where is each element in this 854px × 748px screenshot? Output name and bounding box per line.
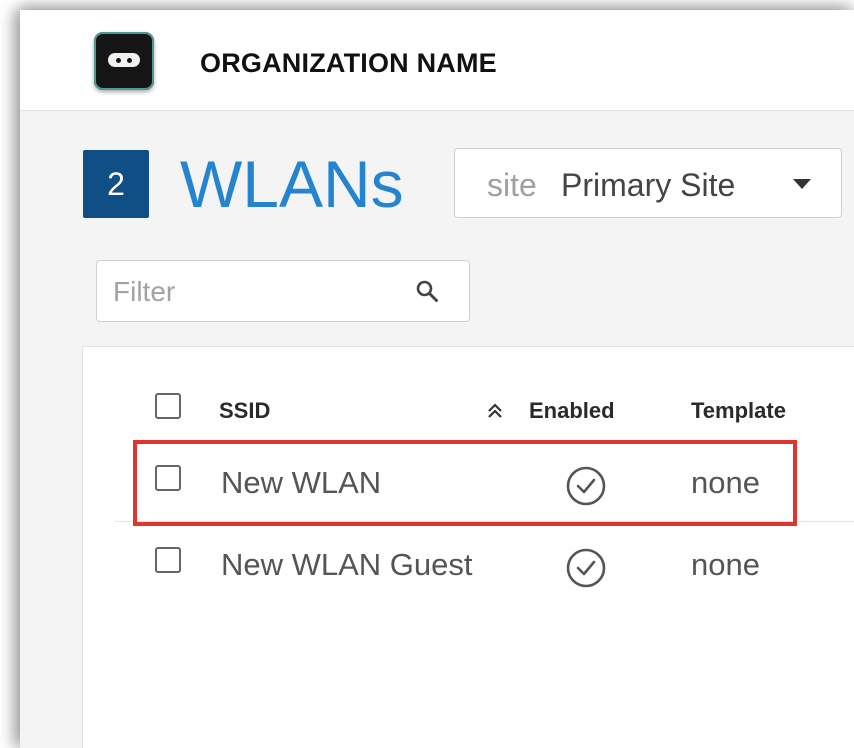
row-checkbox[interactable] xyxy=(155,547,181,573)
top-bar: ORGANIZATION NAME xyxy=(20,10,854,111)
wlan-count-badge: 2 xyxy=(83,150,149,218)
chevron-down-icon xyxy=(793,179,811,189)
site-selector-label: site xyxy=(487,167,537,203)
select-all-checkbox[interactable] xyxy=(155,393,181,419)
column-header-enabled[interactable]: Enabled xyxy=(529,398,615,424)
wlan-table: SSID Enabled Template New WLAN none New … xyxy=(82,346,854,748)
organization-name[interactable]: ORGANIZATION NAME xyxy=(200,48,497,79)
page-title: WLANs xyxy=(180,147,404,221)
row-divider xyxy=(115,521,854,522)
check-circle-icon xyxy=(566,466,606,506)
row-checkbox[interactable] xyxy=(155,465,181,491)
column-header-template[interactable]: Template xyxy=(691,398,786,424)
logo-eye-right xyxy=(127,58,132,63)
filter-input[interactable] xyxy=(111,271,395,313)
row-ssid[interactable]: New WLAN xyxy=(221,465,381,501)
column-header-ssid[interactable]: SSID xyxy=(219,398,270,424)
row-template: none xyxy=(691,465,760,500)
check-circle-icon xyxy=(566,548,606,588)
filter-box xyxy=(96,260,470,322)
site-selector-dropdown[interactable]: site Primary Site xyxy=(454,148,842,218)
logo-face xyxy=(108,53,140,67)
site-selector-value: Primary Site xyxy=(561,167,736,203)
logo-eye-left xyxy=(116,58,121,63)
search-icon[interactable] xyxy=(415,279,439,303)
row-ssid[interactable]: New WLAN Guest xyxy=(221,547,473,583)
sort-double-chevron-up-icon[interactable] xyxy=(485,401,505,421)
row-template: none xyxy=(691,547,760,582)
app-screen: ORGANIZATION NAME 2 WLANs site Primary S… xyxy=(20,10,854,748)
app-logo-icon[interactable] xyxy=(94,32,154,90)
